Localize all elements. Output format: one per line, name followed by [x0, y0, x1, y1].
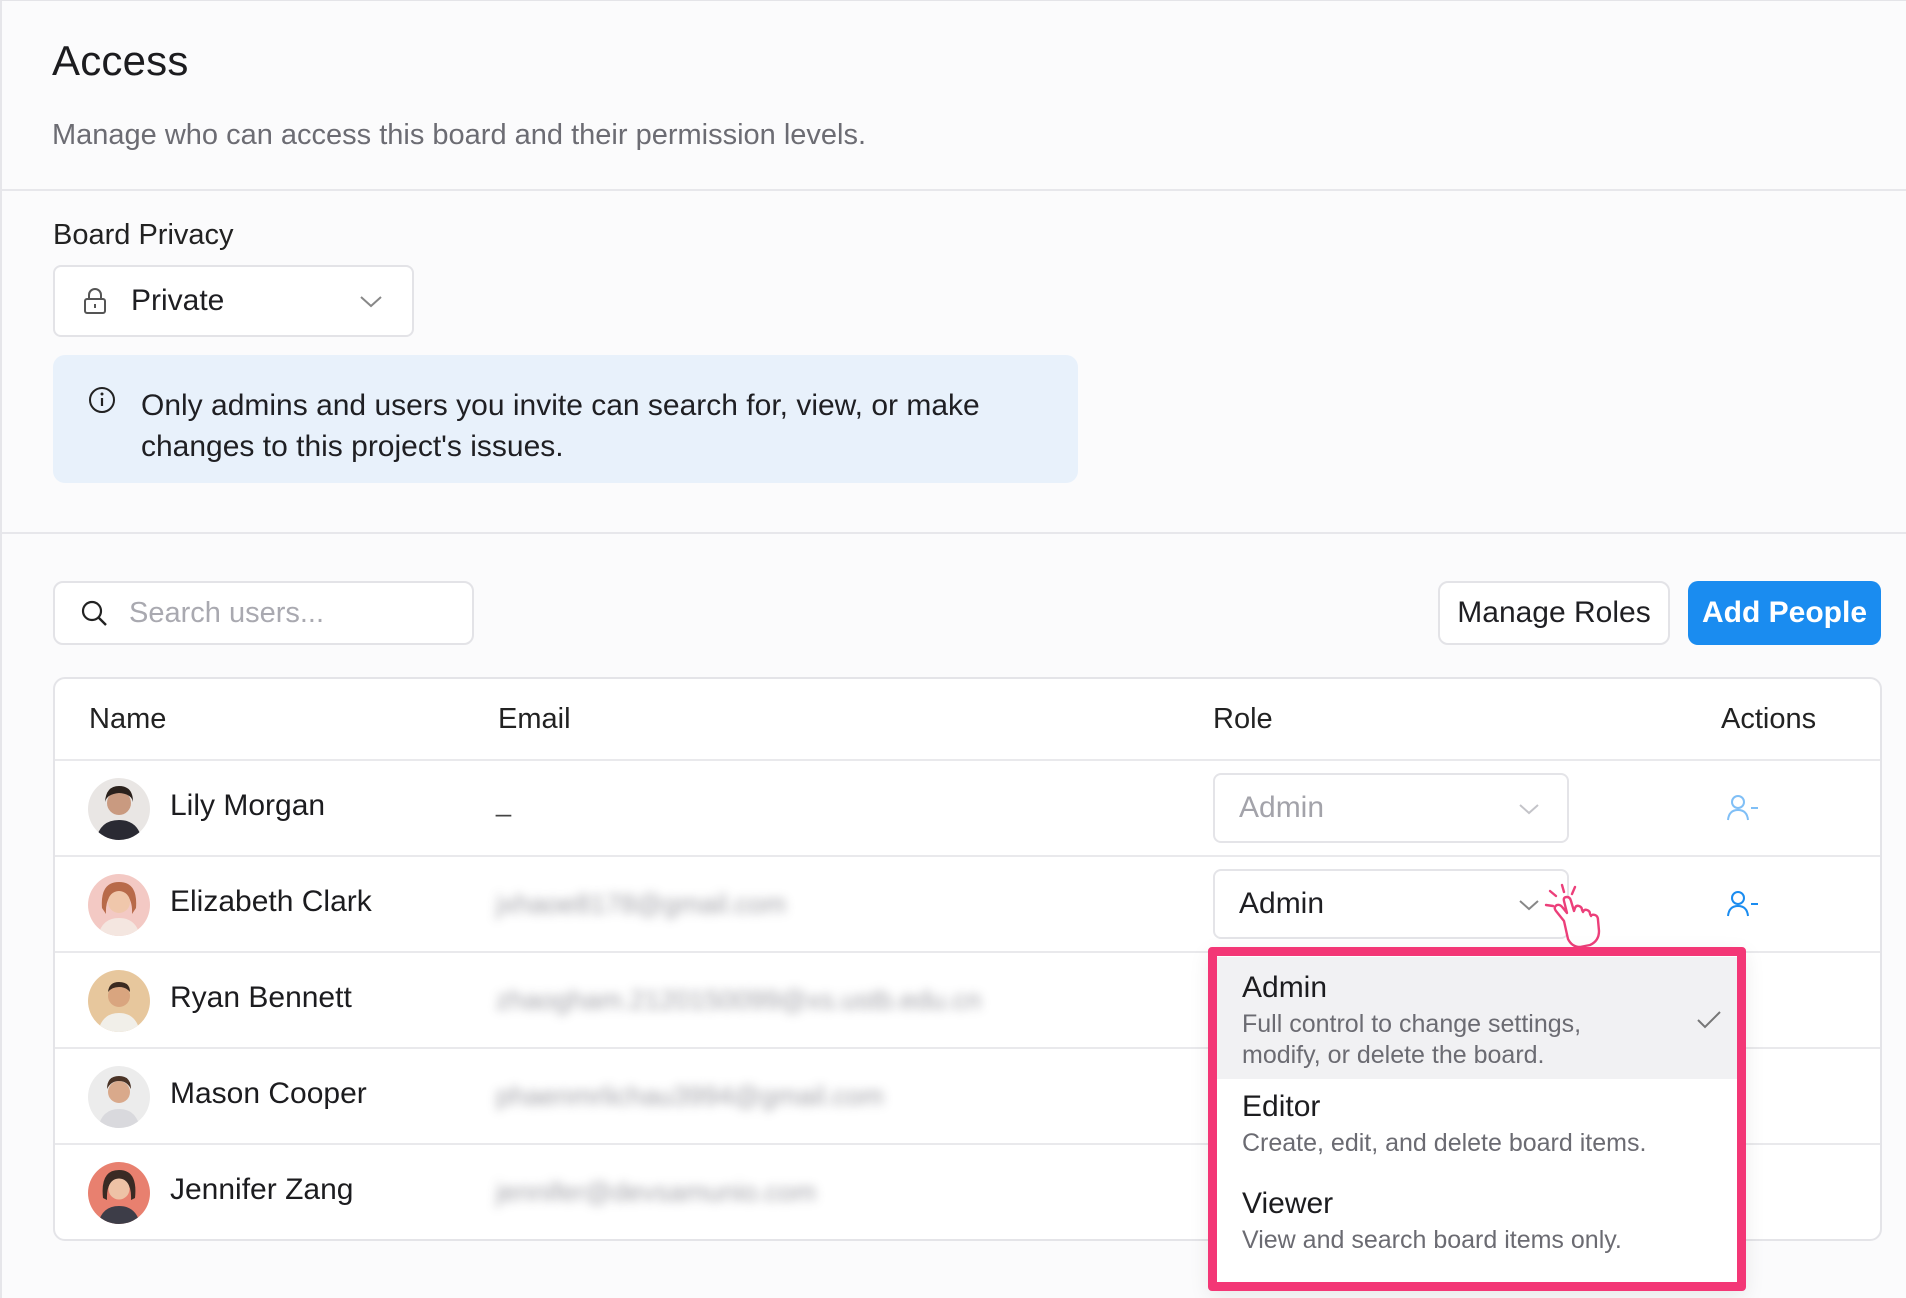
search-icon [81, 600, 107, 626]
page-subtitle: Manage who can access this board and the… [52, 119, 867, 151]
divider [2, 189, 1906, 191]
avatar [88, 778, 150, 840]
role-option-title: Editor [1242, 1090, 1321, 1123]
column-header-actions: Actions [1721, 703, 1817, 735]
page-title-wrap: Access [52, 37, 189, 85]
pointer-hand-icon [1544, 883, 1601, 949]
avatar [88, 1066, 150, 1128]
privacy-info-text-line2: changes to this project's issues. [141, 430, 564, 463]
board-privacy-select[interactable]: Private [53, 265, 414, 337]
remove-user-icon[interactable] [1725, 793, 1759, 823]
user-email: zhaogham.2120150099@xs.ustb.edu.cn [496, 985, 982, 1015]
user-name: Lily Morgan [170, 789, 326, 822]
chevron-down-icon [1519, 804, 1539, 815]
role-option-title: Admin [1242, 971, 1328, 1004]
user-name: Elizabeth Clark [170, 885, 372, 918]
role-dropdown-menu: Admin Full control to change settings, m… [1208, 947, 1746, 1291]
access-page: Access Manage who can access this board … [0, 0, 1906, 1298]
avatar [88, 970, 150, 1032]
role-option-description: Create, edit, and delete board items. [1242, 1129, 1647, 1157]
search-input[interactable] [129, 596, 449, 630]
avatar [88, 874, 150, 936]
role-select-value: Admin [1239, 887, 1325, 920]
divider [2, 532, 1906, 534]
role-option-editor[interactable]: Editor Create, edit, and delete board it… [1217, 1090, 1737, 1176]
role-option-description: modify, or delete the board. [1242, 1041, 1545, 1069]
role-select: Admin [1213, 773, 1569, 843]
privacy-info-text-line1: Only admins and users you invite can sea… [141, 389, 980, 422]
role-option-admin[interactable]: Admin Full control to change settings, m… [1217, 957, 1737, 1079]
chevron-down-icon [1519, 900, 1539, 911]
user-name: Jennifer Zang [170, 1173, 354, 1206]
board-privacy-label: Board Privacy [53, 219, 234, 251]
column-header-name: Name [89, 703, 167, 735]
column-header-email: Email [498, 703, 571, 735]
check-icon [1697, 1011, 1721, 1029]
avatar [88, 1162, 150, 1224]
role-option-title: Viewer [1242, 1187, 1334, 1220]
role-select[interactable]: Admin [1213, 869, 1569, 939]
user-name: Ryan Bennett [170, 981, 352, 1014]
info-icon [89, 387, 115, 413]
table-row: Lily Morgan _ Admin [55, 759, 1880, 855]
user-email: jennifer@devsamunio.com [496, 1177, 817, 1207]
page-title: Access [52, 37, 189, 84]
role-option-description: View and search board items only. [1242, 1226, 1622, 1254]
role-option-description: Full control to change settings, [1242, 1010, 1582, 1038]
user-email: jxhaoe8178@gmail.com [496, 889, 787, 919]
remove-user-icon[interactable] [1725, 889, 1759, 919]
chevron-down-icon [360, 296, 382, 308]
privacy-info-box: Only admins and users you invite can sea… [53, 355, 1078, 483]
manage-roles-button[interactable]: Manage Roles [1438, 581, 1670, 645]
user-name: Mason Cooper [170, 1077, 367, 1110]
role-select-value: Admin [1239, 791, 1325, 824]
column-header-role: Role [1213, 703, 1273, 735]
add-people-button[interactable]: Add People [1688, 581, 1881, 645]
board-privacy-value: Private [131, 284, 225, 317]
user-email: _ [496, 787, 512, 817]
lock-icon [84, 288, 106, 314]
user-email: phaenmrlichau3994@gmail.com [496, 1081, 884, 1111]
search-users-field[interactable] [53, 581, 474, 645]
role-option-viewer[interactable]: Viewer View and search board items only. [1217, 1187, 1737, 1273]
